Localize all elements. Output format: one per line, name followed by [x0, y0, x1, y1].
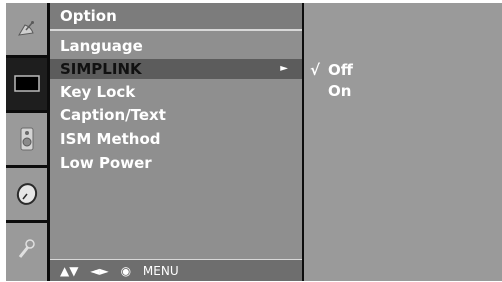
navigation-hint-bar: ▲▼ ◄► ◉ MENU: [50, 259, 302, 281]
submenu-option-on[interactable]: On: [310, 81, 351, 101]
menu-item-language[interactable]: Language: [50, 36, 302, 56]
menu-item-label: ISM Method: [60, 130, 161, 148]
category-icon-bar: [6, 3, 47, 281]
menu-item-label: Key Lock: [60, 83, 136, 101]
left-right-arrows-icon: ◄►: [90, 264, 109, 278]
menu-item-key-lock[interactable]: Key Lock: [50, 82, 302, 102]
clock-icon[interactable]: [6, 168, 47, 220]
screen-icon[interactable]: [6, 58, 47, 110]
simplink-submenu: √ Off On: [304, 3, 502, 281]
option-menu: Option Language SIMPLINK ► Key Lock Capt…: [50, 3, 302, 281]
menu-item-label: Caption/Text: [60, 106, 166, 124]
menu-item-label: Language: [60, 37, 143, 55]
menu-title: Option: [50, 3, 302, 29]
submenu-option-off[interactable]: √ Off: [310, 60, 353, 80]
menu-item-label: SIMPLINK: [60, 60, 142, 78]
ok-button-icon: ◉: [120, 264, 132, 278]
check-mark-icon: √: [310, 61, 321, 79]
menu-item-simplink[interactable]: SIMPLINK ►: [50, 59, 302, 79]
menu-hint-label: MENU: [142, 264, 179, 278]
option-icon[interactable]: [6, 223, 47, 275]
menu-item-label: Low Power: [60, 154, 152, 172]
up-down-arrows-icon: ▲▼: [60, 264, 79, 278]
submenu-arrow-icon: ►: [280, 63, 288, 74]
title-divider: [50, 29, 302, 31]
menu-item-low-power[interactable]: Low Power: [50, 153, 302, 173]
menu-item-caption-text[interactable]: Caption/Text: [50, 105, 302, 125]
option-label: On: [328, 82, 352, 100]
speaker-icon[interactable]: [6, 113, 47, 165]
menu-item-ism-method[interactable]: ISM Method: [50, 129, 302, 149]
option-label: Off: [328, 61, 353, 79]
satellite-dish-icon[interactable]: [6, 3, 47, 55]
